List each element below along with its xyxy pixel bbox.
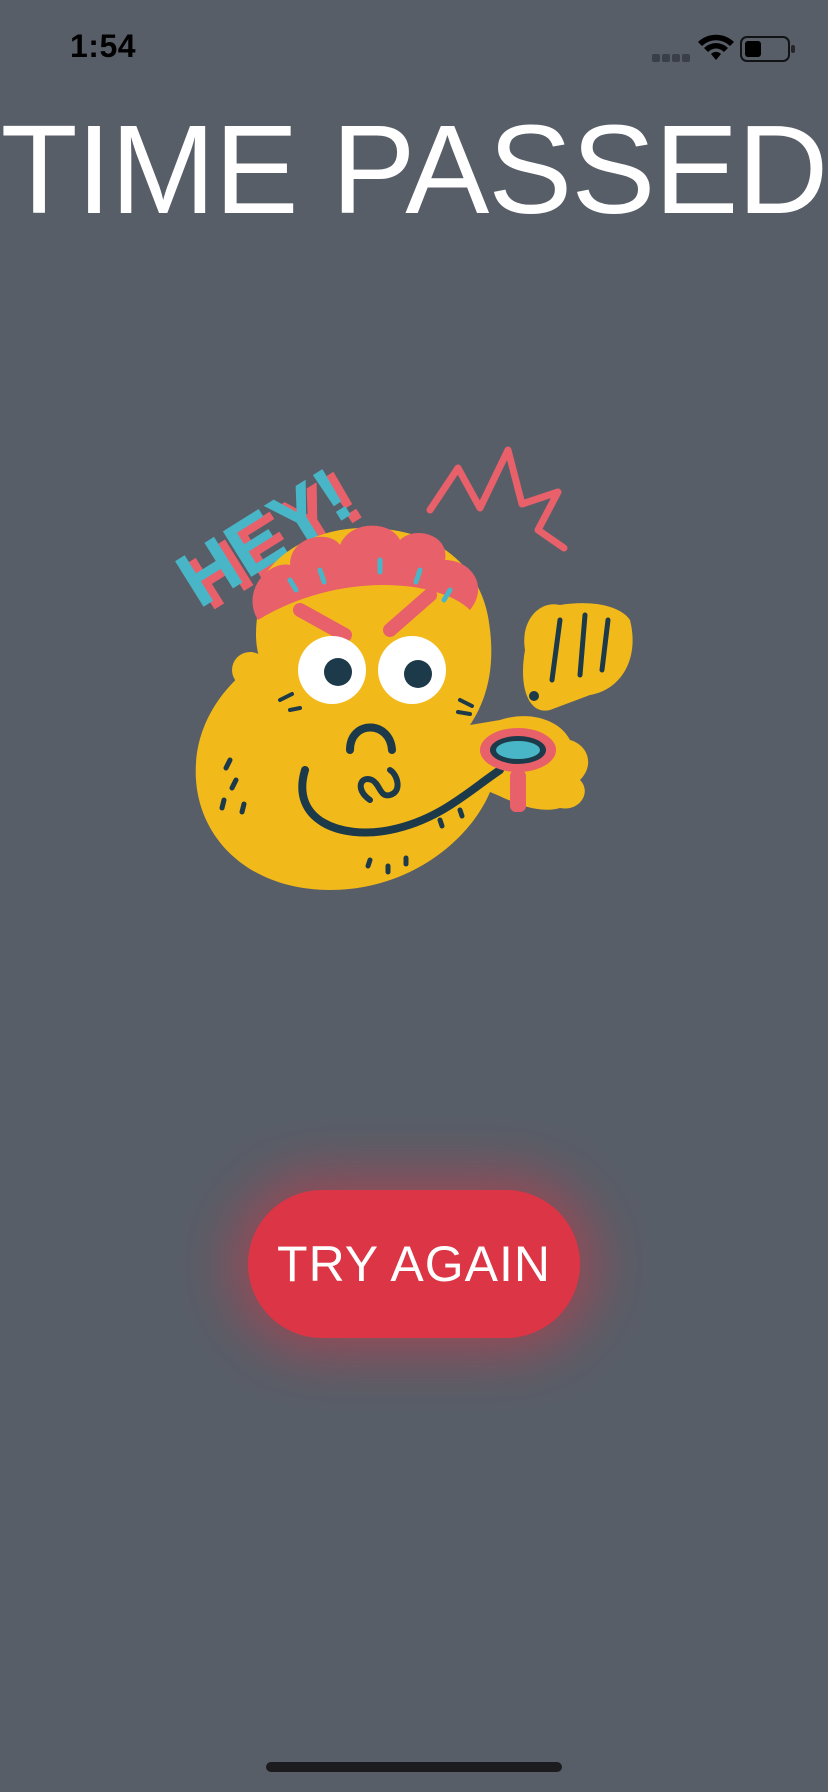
status-bar: 1:54 xyxy=(0,0,828,100)
character-fist xyxy=(522,603,633,711)
signal-icon xyxy=(652,54,690,62)
page-title: TIME PASSED xyxy=(0,99,828,240)
zigzag-mark xyxy=(426,446,568,552)
battery-icon xyxy=(740,36,795,62)
try-again-button[interactable]: TRY AGAIN xyxy=(248,1190,580,1338)
angry-character-sticker: HEY! HEY! xyxy=(161,446,633,890)
screen: 1:54 TIME PASSED HEY! HEY! TRY AGAIN xyxy=(0,0,828,1792)
wifi-icon xyxy=(698,34,734,60)
status-time: 1:54 xyxy=(70,28,137,64)
home-indicator[interactable] xyxy=(266,1762,562,1772)
